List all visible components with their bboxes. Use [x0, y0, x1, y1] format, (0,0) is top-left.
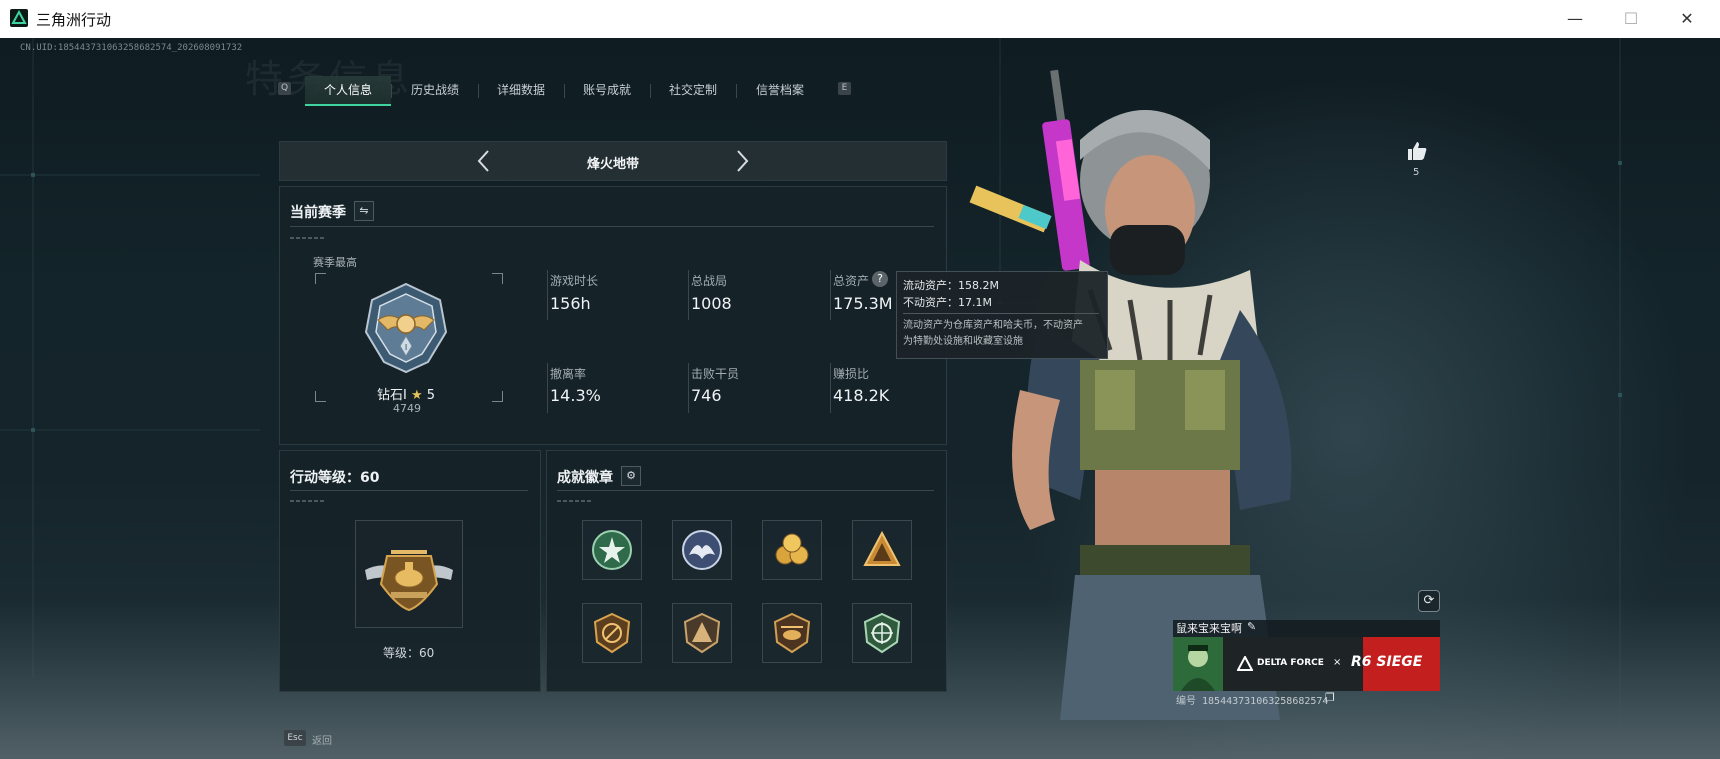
divider-dashes — [557, 500, 591, 502]
stat-divider — [547, 363, 548, 413]
level-emblem-frame — [355, 520, 463, 628]
frame-corner — [315, 273, 326, 284]
profile-banner: DELTA FORCE × R6 SIEGE — [1173, 637, 1440, 691]
tab-personal-info[interactable]: 个人信息 — [305, 76, 391, 106]
gear-icon[interactable]: ⚙ — [621, 466, 641, 486]
esc-key[interactable]: Esc — [284, 730, 306, 746]
stat-divider — [830, 363, 831, 413]
helicopter-badge-icon[interactable] — [762, 603, 822, 663]
pencil-icon[interactable]: ✎ — [1247, 620, 1256, 633]
help-icon[interactable]: ? — [872, 271, 888, 287]
copy-icon[interactable]: ❐ — [1325, 691, 1335, 704]
rank-stars: 5 — [426, 388, 436, 403]
app-logo-icon — [10, 9, 28, 27]
stat-value-profit-ratio: 418.2K — [833, 386, 890, 405]
eagle-badge-icon[interactable] — [672, 520, 732, 580]
banner-x: × — [1333, 657, 1342, 668]
assets-tooltip: 流动资产：158.2M 不动资产：17.1M 流动资产为仓库资产和哈夫币，不动资… — [896, 271, 1108, 359]
stat-value-kills: 746 — [691, 386, 722, 405]
mode-selector: 烽火地带 — [279, 141, 947, 181]
star-shield-badge-icon[interactable] — [582, 520, 642, 580]
tooltip-fixed: 不动资产：17.1M — [903, 296, 992, 309]
rank-name: 钻石I — [377, 388, 407, 403]
rank-name-row: 钻石I ★ 5 — [377, 384, 435, 403]
level-title: 行动等级：60 — [290, 470, 380, 486]
stat-value-assets: 175.3M — [833, 294, 893, 313]
svg-text:I: I — [405, 343, 407, 352]
divider-dashes — [290, 237, 324, 239]
divider-dashes — [290, 500, 324, 502]
tooltip-desc-1: 流动资产为仓库资产和哈夫币，不动资产 — [903, 320, 1083, 331]
frame-corner — [492, 273, 503, 284]
stat-divider — [547, 270, 548, 320]
player-id: 编号 185443731063258682574 — [1176, 696, 1329, 707]
tab-history[interactable]: 历史战绩 — [392, 76, 478, 104]
tab-reputation[interactable]: 信誉档案 — [737, 76, 823, 104]
delta-force-logo-icon — [1236, 654, 1254, 676]
minimize-button[interactable]: — — [1563, 8, 1587, 30]
tab-details[interactable]: 详细数据 — [478, 76, 564, 104]
target-shield-badge-icon[interactable] — [852, 603, 912, 663]
likes-count: 5 — [1413, 167, 1420, 178]
divider-line — [290, 490, 528, 491]
helicopter-level-emblem-icon — [361, 526, 457, 626]
tab-prev-key[interactable]: Q — [278, 82, 291, 95]
tooltip-divider — [903, 313, 1099, 314]
back-label[interactable]: 返回 — [312, 732, 332, 747]
frame-corner — [315, 391, 326, 402]
chevron-right-icon[interactable] — [734, 149, 750, 177]
tab-next-key[interactable]: E — [838, 82, 851, 95]
achievements-title: 成就徽章 — [557, 470, 613, 486]
diamond-rank-emblem-icon: I — [358, 280, 454, 380]
stat-value-matches: 1008 — [691, 294, 732, 313]
refresh-icon[interactable]: ⟳ — [1418, 590, 1440, 612]
player-name: 鼠来宝来宝啊 — [1176, 622, 1242, 635]
thumbs-up-icon[interactable] — [1406, 140, 1428, 166]
stat-label-assets: 总资产 — [833, 274, 870, 288]
stat-value-extract-rate: 14.3% — [550, 386, 601, 405]
mode-label: 烽火地带 — [586, 157, 639, 172]
level-text: 等级：60 — [383, 646, 435, 660]
stat-label-matches: 总战局 — [691, 274, 728, 288]
no-entry-badge-icon[interactable] — [582, 603, 642, 663]
stat-divider — [688, 363, 689, 413]
window-titlebar: 三角洲行动 — ☐ ✕ — [0, 0, 1720, 38]
triangle-badge-icon[interactable] — [852, 520, 912, 580]
divider-line — [557, 490, 934, 491]
season-title: 当前赛季 — [290, 205, 346, 221]
tooltip-liquid: 流动资产：158.2M — [903, 279, 999, 292]
stat-value-playtime: 156h — [550, 294, 591, 313]
stat-divider — [830, 270, 831, 320]
swap-icon[interactable]: ⇋ — [354, 201, 374, 221]
tooltip-desc-2: 为特勤处设施和收藏室设施 — [903, 336, 1023, 347]
pyramid-badge-icon[interactable] — [672, 603, 732, 663]
divider-line — [290, 226, 934, 227]
window-title: 三角洲行动 — [36, 11, 112, 29]
close-button[interactable]: ✕ — [1675, 8, 1699, 30]
maximize-button[interactable]: ☐ — [1619, 8, 1643, 30]
stat-label-kills: 击败干员 — [691, 367, 740, 381]
chevron-left-icon[interactable] — [476, 149, 492, 177]
banner-right-text: R6 SIEGE — [1351, 654, 1423, 670]
coins-badge-icon[interactable] — [762, 520, 822, 580]
banner-left-text: DELTA FORCE — [1257, 658, 1324, 668]
stat-label-playtime: 游戏时长 — [550, 274, 599, 288]
stat-divider — [688, 270, 689, 320]
tab-social[interactable]: 社交定制 — [650, 76, 736, 104]
star-icon: ★ — [410, 388, 423, 403]
stat-label-profit-ratio: 赚损比 — [833, 367, 870, 381]
tab-achievements[interactable]: 账号成就 — [564, 76, 650, 104]
stat-label-extract-rate: 撤离率 — [550, 367, 587, 381]
rank-points: 4749 — [393, 402, 421, 415]
avatar[interactable] — [1173, 637, 1223, 691]
uid-text: CN.UID:185443731063258682574_20260809173… — [20, 43, 243, 53]
season-best-label: 赛季最高 — [313, 256, 357, 269]
frame-corner — [492, 391, 503, 402]
